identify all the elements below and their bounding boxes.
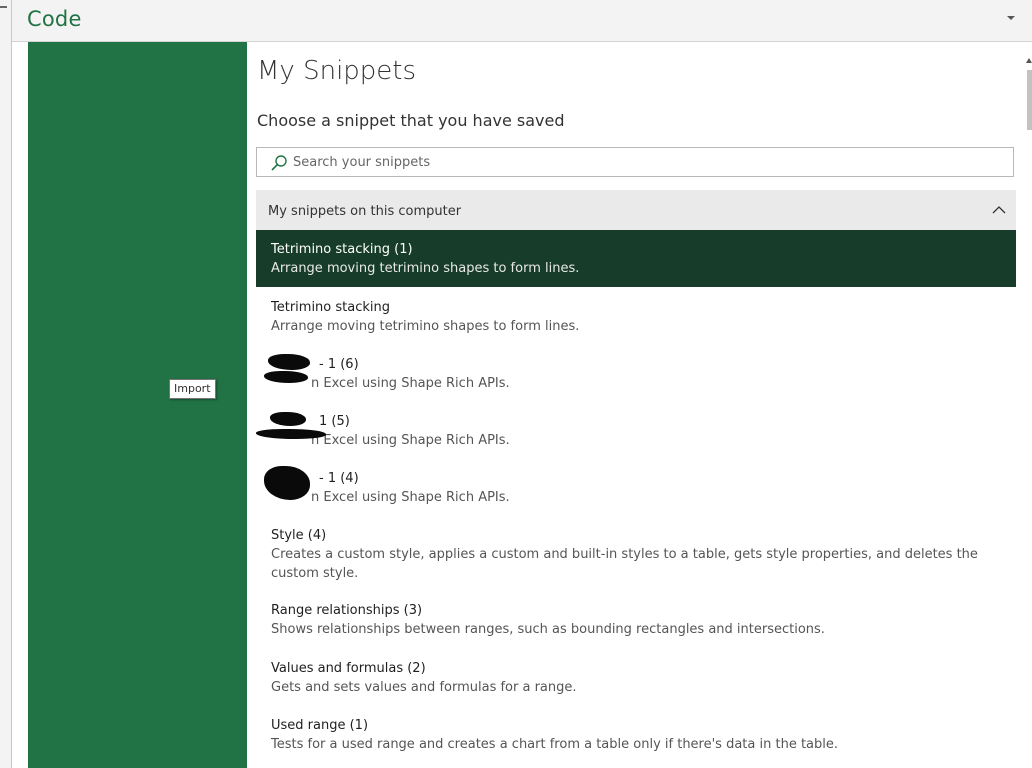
- snippet-item[interactable]: Range relationships (3) Shows relationsh…: [256, 590, 1016, 648]
- snippet-description: Shows relationships between ranges, such…: [271, 622, 825, 637]
- snippet-item[interactable]: Tetrimino stacking Arrange moving tetrim…: [256, 287, 1016, 344]
- snippet-item[interactable]: 1 (5) n Excel using Shape Rich APIs.: [256, 401, 1016, 458]
- sidebar-panel: [28, 42, 247, 768]
- snippet-name: 1 (5): [319, 414, 350, 429]
- chevron-up-icon[interactable]: [992, 203, 1006, 217]
- snippet-item[interactable]: Tetrimino stacking (1) Arrange moving te…: [256, 230, 1016, 287]
- page-subtitle: Choose a snippet that you have saved: [257, 111, 565, 130]
- search-box[interactable]: [256, 147, 1014, 177]
- app-window: Code Import My Snippets Choose a snippet…: [0, 0, 1032, 768]
- snippet-description: n Excel using Shape Rich APIs.: [311, 433, 510, 448]
- search-icon: [271, 155, 287, 171]
- snippet-description: Tests for a used range and creates a cha…: [271, 737, 839, 752]
- snippet-name: Values and formulas (2): [271, 661, 426, 676]
- snippet-description: n Excel using Shape Rich APIs.: [311, 490, 510, 505]
- search-input[interactable]: [293, 148, 1003, 176]
- snippet-description: n Excel using Shape Rich APIs.: [311, 376, 510, 391]
- left-window-edge: [0, 0, 12, 768]
- group-header-my-snippets[interactable]: My snippets on this computer: [256, 190, 1016, 230]
- snippet-list: Tetrimino stacking (1) Arrange moving te…: [256, 230, 1016, 762]
- snippet-name: Tetrimino stacking: [271, 300, 390, 315]
- snippet-description: Arrange moving tetrimino shapes to form …: [271, 261, 580, 276]
- edge-marker: [0, 6, 7, 8]
- group-title: My snippets on this computer: [268, 204, 462, 219]
- vertical-scrollbar[interactable]: [1026, 42, 1032, 768]
- snippet-item[interactable]: Style (4) Creates a custom style, applie…: [256, 515, 1016, 590]
- snippets-panel: My Snippets Choose a snippet that you ha…: [247, 42, 1026, 768]
- snippet-name: - 1 (4): [319, 471, 359, 486]
- snippet-name: Style (4): [271, 528, 327, 543]
- snippet-name: Range relationships (3): [271, 603, 423, 618]
- snippet-description: Creates a custom style, applies a custom…: [271, 547, 978, 581]
- snippet-item[interactable]: Used range (1) Tests for a used range an…: [256, 705, 1016, 762]
- page-title: My Snippets: [257, 56, 417, 86]
- snippet-item[interactable]: - 1 (6) n Excel using Shape Rich APIs.: [256, 344, 1016, 401]
- import-tooltip: Import: [169, 379, 216, 399]
- snippet-name: - 1 (6): [319, 357, 359, 372]
- task-pane-header: Code: [12, 0, 1032, 42]
- header-title: Code: [27, 7, 82, 31]
- redaction-mark: [256, 429, 326, 439]
- snippet-name: Used range (1): [271, 718, 369, 733]
- chevron-down-icon[interactable]: [1004, 11, 1018, 25]
- scroll-thumb[interactable]: [1027, 70, 1032, 130]
- snippet-name: Tetrimino stacking (1): [271, 242, 413, 257]
- snippet-description: Arrange moving tetrimino shapes to form …: [271, 319, 580, 334]
- snippet-item[interactable]: Values and formulas (2) Gets and sets va…: [256, 648, 1016, 705]
- snippet-item[interactable]: - 1 (4) n Excel using Shape Rich APIs.: [256, 458, 1016, 515]
- snippet-description: Gets and sets values and formulas for a …: [271, 680, 577, 695]
- scroll-up-arrow-icon[interactable]: [1026, 58, 1032, 63]
